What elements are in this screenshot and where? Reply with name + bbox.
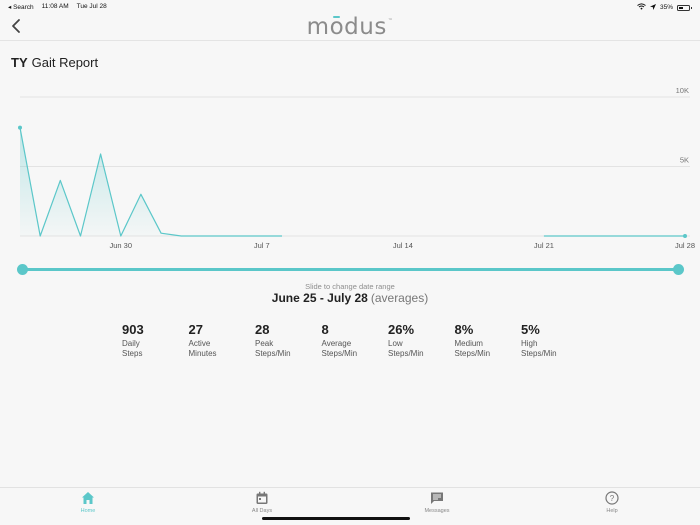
- calendar-icon: [255, 491, 269, 505]
- stat-value: 26%: [388, 322, 415, 337]
- y-tick-label: 5K: [680, 156, 689, 165]
- data-point-marker: [683, 234, 687, 238]
- date-range-text: June 25 - July 28: [271, 291, 368, 305]
- help-icon: ?: [605, 491, 619, 505]
- stat-value: 28: [255, 322, 270, 337]
- stat-label-line1: Low: [388, 339, 403, 348]
- stat-label-line1: High: [521, 339, 538, 348]
- date-range-label: June 25 - July 28 (averages): [0, 291, 700, 305]
- stat-value: 5%: [521, 322, 540, 337]
- date-range-suffix: (averages): [370, 291, 429, 305]
- status-bar: ◂ Search 11:08 AM Tue Jul 28 35%: [0, 0, 700, 13]
- tab-all-days-label: All Days: [251, 508, 273, 514]
- slider-hint: Slide to change date range: [305, 282, 395, 291]
- message-icon: [430, 491, 444, 505]
- tab-home[interactable]: Home: [58, 491, 118, 514]
- stat-item: 27 Active Minutes: [189, 322, 253, 359]
- tab-messages[interactable]: Messages: [407, 491, 467, 514]
- nav-bar: modus™: [0, 13, 700, 41]
- stat-label-line2: Steps/Min: [321, 349, 358, 358]
- tab-help[interactable]: ? Help: [582, 491, 642, 514]
- x-tick-label: Jul 28: [675, 241, 695, 250]
- tab-home-label: Home: [80, 508, 96, 514]
- svg-text:?: ?: [610, 494, 615, 503]
- stat-label-line1: Peak: [255, 339, 274, 348]
- stat-value: 8%: [454, 322, 474, 337]
- stat-label-line1: Daily: [122, 339, 140, 348]
- logo-trademark: ™: [387, 18, 394, 24]
- patient-initials: TY: [11, 55, 28, 70]
- stat-label-line1: Average: [321, 339, 352, 348]
- slider-start-handle[interactable]: [16, 264, 28, 275]
- stat-label-line1: Active: [188, 339, 211, 348]
- stat-label-line2: Steps/Min: [454, 349, 491, 358]
- stat-label-line1: Medium: [454, 339, 483, 348]
- stat-label-line2: Steps/Min: [521, 349, 557, 358]
- stat-item: 5% High Steps/Min: [521, 322, 585, 359]
- modus-logo: modus™: [0, 14, 700, 40]
- x-tick-label: Jul 14: [393, 241, 413, 250]
- stat-label-line2: Minutes: [188, 349, 217, 358]
- stat-value: 27: [188, 322, 203, 337]
- page-title: TY Gait Report: [11, 55, 98, 70]
- stat-label-line2: Steps: [122, 349, 143, 358]
- date-range-slider[interactable]: [22, 268, 678, 271]
- steps-chart: 10K 5K Jun 30 Jul 7 Jul 14 Jul 21 Jul 28: [18, 86, 695, 250]
- tab-all-days[interactable]: All Days: [232, 491, 292, 514]
- x-tick-label: Jul 21: [534, 241, 554, 250]
- home-icon: [81, 491, 95, 505]
- stat-item: 26% Low Steps/Min: [388, 322, 452, 359]
- battery-percent: 35%: [659, 4, 673, 11]
- stat-value: 8: [321, 322, 329, 337]
- stat-value: 903: [122, 322, 144, 337]
- battery-icon: [677, 4, 692, 11]
- stat-item: 8% Medium Steps/Min: [455, 322, 519, 359]
- data-point-marker: [18, 125, 22, 130]
- x-tick-label: Jun 30: [109, 241, 132, 250]
- slider-end-handle[interactable]: [672, 264, 684, 275]
- location-icon: [649, 3, 656, 12]
- back-to-app-link[interactable]: ◂ Search: [8, 3, 34, 11]
- home-indicator: [262, 517, 410, 520]
- report-title: Gait Report: [31, 55, 99, 70]
- logo-text: modus: [306, 14, 387, 40]
- tab-help-label: Help: [606, 508, 618, 514]
- tab-messages-label: Messages: [424, 508, 450, 514]
- stat-item: 8 Average Steps/Min: [322, 322, 386, 359]
- stat-item: 28 Peak Steps/Min: [255, 322, 319, 359]
- logo-accent-mark: [333, 16, 340, 18]
- stat-label-line2: Steps/Min: [388, 349, 424, 358]
- stat-item: 903 Daily Steps: [122, 322, 186, 359]
- status-time: 11:08 AM: [41, 3, 69, 10]
- y-tick-label: 10K: [676, 86, 689, 95]
- x-tick-label: Jul 7: [254, 241, 270, 250]
- stat-label-line2: Steps/Min: [255, 349, 291, 358]
- wifi-icon: [637, 3, 646, 12]
- status-date: Tue Jul 28: [76, 3, 107, 10]
